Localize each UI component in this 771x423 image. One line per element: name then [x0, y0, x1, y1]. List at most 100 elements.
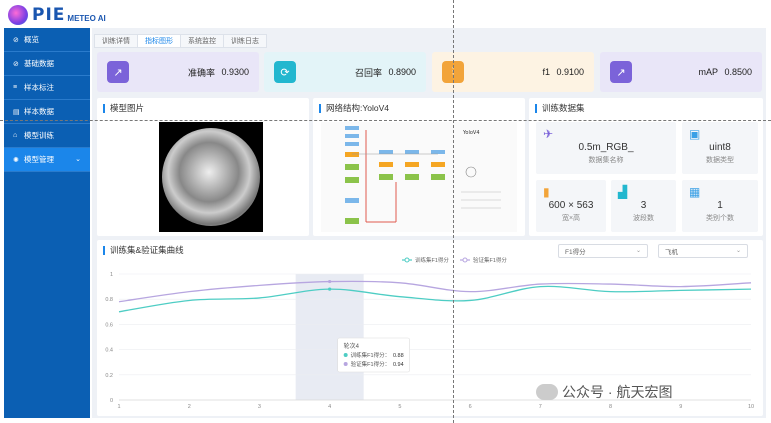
tab-training-log[interactable]: 训练日志: [223, 34, 267, 48]
kpi-value: 0.9100: [556, 67, 584, 77]
tab-metric-graph[interactable]: 指标图形: [137, 34, 181, 48]
book-icon: ▤: [13, 108, 20, 116]
series-point-1: [328, 279, 332, 284]
dataset-name-card: ✈ 0.5m_RGB_ 数据集名称: [536, 122, 676, 174]
tag-icon: ≡: [13, 84, 18, 91]
sidebar-item-label: 样本标注: [24, 83, 54, 92]
kpi-card-recall: ⟳ 召回率 0.8900: [264, 52, 426, 92]
chevron-down-icon: ⌄: [735, 248, 741, 254]
x-tick-label: 6: [469, 404, 472, 410]
guide-line-vertical: [453, 0, 454, 423]
kpi-value: 0.8900: [388, 67, 416, 77]
size-card: ▮ 600 × 563 宽×高: [536, 180, 606, 232]
chevron-down-icon: ⌄: [75, 156, 81, 163]
tooltip-row-label: 验证集F1得分：: [351, 360, 390, 368]
x-tick-label: 7: [539, 404, 542, 410]
kpi-label: 召回率: [354, 67, 382, 78]
class-select[interactable]: 飞机 ⌄: [658, 244, 748, 258]
y-tick-label: 1: [110, 272, 113, 278]
legend-marker: [404, 257, 410, 263]
sidebar-item-label: 概览: [24, 35, 39, 44]
gear-icon: ✺: [13, 156, 19, 164]
tooltip-row-label: 训练集F1得分：: [351, 351, 390, 359]
sidebar: ⊘ 概览 ⊘ 基础数据 ≡ 样本标注 ▤ 样本数据 ⌂ 模型训练 ✺ 模型管理 …: [4, 28, 90, 418]
x-tick-label: 2: [188, 404, 191, 410]
grid-icon: ▦: [689, 185, 701, 199]
class-count-card: ▦ 1 类别个数: [682, 180, 758, 232]
x-tick-label: 3: [258, 404, 261, 410]
trend-icon: ↗: [107, 61, 129, 83]
link-icon: ⊘: [13, 36, 19, 44]
y-tick-label: 0.2: [105, 373, 113, 379]
model-satellite-image: [159, 122, 263, 232]
size-value: 600 × 563: [548, 200, 594, 211]
network-panel: 网络结构:YoloV4 YoloV4: [313, 98, 525, 236]
sidebar-item-overview[interactable]: ⊘ 概览: [4, 28, 90, 52]
tooltip-row-value: 0.88: [393, 353, 404, 359]
network-diagram: YoloV4: [321, 122, 517, 232]
x-tick-label: 4: [328, 404, 331, 410]
main-content: 训练详情 指标图形 系统监控 训练日志 ↗ 准确率 0.9300 ⟳ 召回率 0…: [92, 28, 766, 418]
y-tick-label: 0.4: [105, 348, 113, 354]
sidebar-item-model-manage[interactable]: ✺ 模型管理 ⌄: [4, 148, 90, 172]
tooltip-marker: [343, 353, 348, 357]
data-type-label: 数据类型: [706, 157, 734, 164]
panel-title: 网络结构:YoloV4: [319, 104, 389, 113]
sidebar-item-label: 基础数据: [24, 59, 54, 68]
lock-icon: ⌂: [13, 132, 18, 139]
image-icon: ▣: [689, 127, 701, 141]
refresh-icon: ⟳: [274, 61, 296, 83]
y-tick-label: 0: [110, 398, 113, 404]
kpi-value: 0.9300: [221, 67, 249, 77]
legend-label: 训练集F1得分: [415, 256, 449, 264]
class-count-label: 类别个数: [706, 215, 734, 222]
brand-sub: METEO AI: [67, 14, 106, 23]
svg-text:YoloV4: YoloV4: [462, 130, 480, 136]
series-point-0: [328, 287, 332, 291]
class-select-value: 飞机: [665, 249, 678, 256]
band-count-value: 3: [640, 200, 647, 211]
kpi-label: f1: [542, 67, 550, 77]
brand-mark-icon: [8, 5, 28, 25]
plane-icon: ✈: [543, 127, 554, 141]
kpi-label: mAP: [698, 67, 718, 77]
chevron-down-icon: ⌄: [635, 248, 641, 254]
data-type-card: ▣ uint8 数据类型: [682, 122, 758, 174]
legend-marker: [462, 257, 468, 263]
band-count-card: ▟ 3 波段数: [611, 180, 676, 232]
kpi-card-f1: ⫶ f1 0.9100: [432, 52, 594, 92]
network-diagram-svg: YoloV4: [345, 126, 501, 224]
sidebar-item-model-train[interactable]: ⌂ 模型训练: [4, 124, 90, 148]
x-tick-label: 10: [748, 404, 754, 410]
tab-bar: 训练详情 指标图形 系统监控 训练日志: [94, 34, 267, 48]
sidebar-item-sample-label[interactable]: ≡ 样本标注: [4, 76, 90, 100]
y-tick-label: 0.8: [105, 297, 113, 303]
legend-label: 验证集F1得分: [473, 256, 507, 264]
guide-line-horizontal: [0, 120, 771, 121]
y-tick-label: 0.6: [105, 322, 113, 328]
earth-disc: [162, 128, 260, 226]
metric-select[interactable]: F1得分 ⌄: [558, 244, 648, 258]
dataset-name-label: 数据集名称: [588, 157, 624, 164]
data-type-value: uint8: [709, 142, 731, 153]
layers-icon: ▟: [618, 185, 628, 199]
hover-band: [295, 274, 364, 400]
wechat-icon: [536, 384, 558, 400]
x-tick-label: 9: [679, 404, 682, 410]
tab-training-detail[interactable]: 训练详情: [94, 34, 138, 48]
x-tick-label: 5: [398, 404, 401, 410]
tooltip-marker: [343, 362, 348, 366]
sidebar-item-label: 样本数据: [24, 107, 54, 116]
sidebar-item-label: 模型管理: [24, 155, 54, 164]
chart-icon: ▮: [543, 185, 550, 199]
metric-select-value: F1得分: [565, 249, 586, 256]
trend-icon: ↗: [610, 61, 632, 83]
sidebar-item-base-data[interactable]: ⊘ 基础数据: [4, 52, 90, 76]
brand-logo[interactable]: PIE METEO AI: [8, 4, 106, 26]
kpi-card-map: ↗ mAP 0.8500: [600, 52, 762, 92]
tab-system-monitor[interactable]: 系统监控: [180, 34, 224, 48]
kpi-label: 准确率: [187, 67, 215, 78]
band-count-label: 波段数: [633, 215, 654, 222]
panel-title: 训练数据集: [535, 104, 585, 113]
kpi-value: 0.8500: [724, 67, 752, 77]
